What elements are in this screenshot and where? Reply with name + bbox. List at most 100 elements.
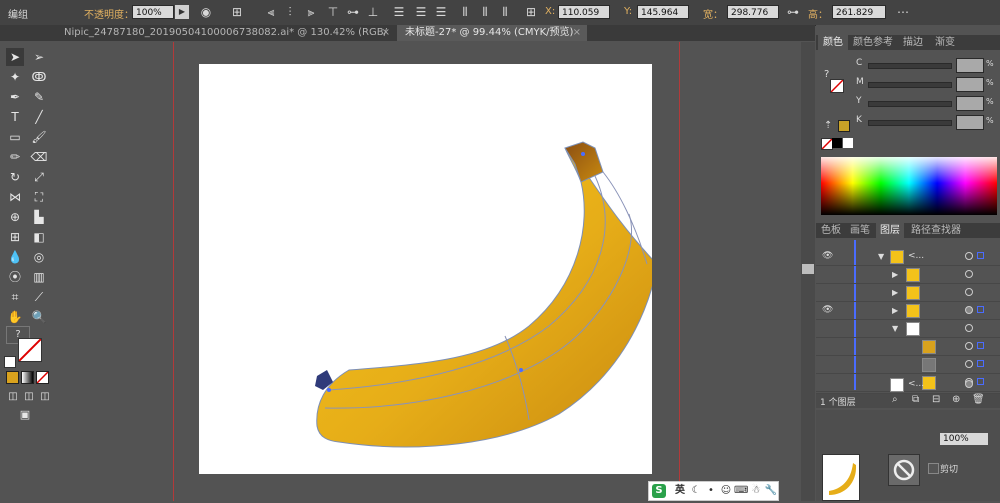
expand-right-icon[interactable]: ▶ — [892, 288, 898, 297]
align-right-icon[interactable]: ⫸ — [304, 5, 318, 19]
new-sublayer-icon[interactable]: ⊟ — [932, 394, 940, 405]
target-icon[interactable] — [965, 380, 973, 388]
recolor-icon[interactable]: ◉ — [199, 5, 213, 19]
distribute-hcenter-icon[interactable]: ⦀ — [478, 5, 492, 19]
pen-tool-icon[interactable]: ✒ — [6, 88, 24, 106]
target-icon[interactable] — [965, 270, 973, 278]
layer-row[interactable]: ▶ — [816, 284, 1000, 302]
screen-mode-icon[interactable]: ▣ — [16, 406, 34, 424]
tab-stroke[interactable]: 描边 — [898, 35, 928, 50]
selection-indicator[interactable] — [977, 306, 984, 313]
hand-tool-icon[interactable]: ✋ — [6, 308, 24, 326]
keyboard-icon[interactable]: ⌨ — [734, 484, 748, 498]
locate-object-icon[interactable]: ⌕ — [892, 394, 898, 405]
paintbrush-tool-icon[interactable]: 🖌 — [30, 128, 48, 146]
stroke-swatch[interactable] — [18, 338, 42, 362]
settings-wrench-icon[interactable]: 🔧 — [764, 484, 778, 498]
layer-row[interactable] — [816, 338, 1000, 356]
width-field[interactable]: 298.776 — [727, 5, 779, 19]
distribute-bottom-icon[interactable]: ☰ — [434, 5, 448, 19]
layer-row[interactable] — [816, 356, 1000, 374]
opacity-dropdown-icon[interactable]: ▶ — [175, 5, 189, 19]
layer-row[interactable]: 👁 ▼ <... — [816, 248, 1000, 266]
sogou-logo-icon[interactable]: S — [652, 484, 666, 498]
clip-checkbox[interactable] — [928, 463, 939, 474]
vertical-scrollbar[interactable] — [801, 42, 815, 501]
target-icon[interactable] — [965, 342, 973, 350]
tab-brushes[interactable]: 画笔 — [846, 223, 874, 238]
tab-gradient[interactable]: 渐变 — [930, 35, 960, 50]
expand-right-icon[interactable]: ▶ — [892, 306, 898, 315]
symbol-sprayer-tool-icon[interactable]: ⦿ — [6, 268, 24, 286]
opacity-mask-button[interactable] — [888, 454, 920, 486]
opacity-field[interactable]: 100% — [132, 5, 174, 19]
out-of-gamut-icon[interactable]: ⇡ — [824, 120, 832, 131]
distribute-left-icon[interactable]: ⦀ — [458, 5, 472, 19]
slice-tool-icon[interactable]: ⟋ — [30, 288, 48, 306]
distribute-right-icon[interactable]: ⦀ — [498, 5, 512, 19]
eraser-tool-icon[interactable]: ⌫ — [30, 148, 48, 166]
distribute-vcenter-icon[interactable]: ☰ — [414, 5, 428, 19]
visibility-eye-icon[interactable]: 👁 — [822, 305, 833, 315]
transform-reference-icon[interactable]: ⊞ — [230, 5, 244, 19]
rotate-tool-icon[interactable]: ↻ — [6, 168, 24, 186]
target-icon[interactable] — [965, 360, 973, 368]
y-field[interactable]: 145.964 — [637, 5, 689, 19]
distribute-top-icon[interactable]: ☰ — [392, 5, 406, 19]
tab-color[interactable]: 颜色 — [818, 35, 848, 50]
column-graph-tool-icon[interactable]: ▥ — [30, 268, 48, 286]
transparency-thumbnail[interactable] — [822, 454, 860, 501]
default-colors-icon[interactable] — [4, 356, 16, 368]
width-tool-icon[interactable]: ⋈ — [6, 188, 24, 206]
link-proportions-icon[interactable]: ⊶ — [786, 5, 800, 19]
transform-grid-icon[interactable]: ⊞ — [524, 5, 538, 19]
selection-tool-icon[interactable]: ➤ — [6, 48, 24, 66]
scroll-thumb[interactable] — [802, 264, 814, 274]
tab-pathfinder[interactable]: 路径查找器 — [906, 223, 966, 238]
expand-down-icon[interactable]: ▼ — [892, 324, 898, 333]
expand-right-icon[interactable]: ▶ — [892, 270, 898, 279]
align-vcenter-icon[interactable]: ⊶ — [346, 5, 360, 19]
layer-row[interactable]: ▶ — [816, 266, 1000, 284]
punctuation-icon[interactable]: • — [704, 484, 718, 498]
magic-wand-tool-icon[interactable]: ✦ — [6, 68, 24, 86]
mesh-tool-icon[interactable]: ⊞ — [6, 228, 24, 246]
layer-row[interactable]: <... — [816, 376, 1000, 394]
gradient-mode-swatch[interactable] — [21, 371, 34, 384]
channel-value-field[interactable] — [956, 58, 984, 73]
gamut-color-swatch[interactable] — [838, 120, 850, 132]
half-width-icon[interactable]: ☾ — [689, 484, 703, 498]
black-swatch[interactable] — [832, 138, 842, 148]
tab-layers[interactable]: 图层 — [876, 223, 904, 238]
type-tool-icon[interactable]: T — [6, 108, 24, 126]
target-icon[interactable] — [965, 288, 973, 296]
align-top-icon[interactable]: ⊤ — [326, 5, 340, 19]
align-bottom-icon[interactable]: ⊥ — [366, 5, 380, 19]
tab-nipic-document[interactable]: Nipic_24787180_20190504100006738082.ai* … — [56, 25, 396, 54]
slider-track[interactable] — [868, 63, 952, 69]
color-spectrum[interactable] — [821, 157, 997, 215]
eyedropper-tool-icon[interactable]: 💧 — [6, 248, 24, 266]
free-transform-tool-icon[interactable]: ⛶ — [30, 188, 48, 206]
visibility-eye-icon[interactable]: 👁 — [822, 251, 833, 261]
clipping-mask-icon[interactable]: ⧉ — [912, 394, 919, 405]
zoom-tool-icon[interactable]: 🔍 — [30, 308, 48, 326]
direct-selection-tool-icon[interactable]: ➢ — [30, 48, 48, 66]
color-mode-swatch[interactable] — [6, 371, 19, 384]
channel-value-field[interactable] — [956, 96, 984, 111]
slider-track[interactable] — [868, 120, 952, 126]
layer-row[interactable]: ▼ — [816, 320, 1000, 338]
emoji-icon[interactable]: ☺ — [719, 484, 733, 498]
white-swatch[interactable] — [843, 138, 853, 148]
ime-language[interactable]: 英 — [673, 484, 687, 498]
perspective-grid-tool-icon[interactable]: ▙ — [30, 208, 48, 226]
more-options-icon[interactable]: ⋯ — [896, 5, 910, 19]
lasso-tool-icon[interactable]: ↂ — [30, 68, 48, 86]
color-stroke-swatch[interactable] — [830, 79, 844, 93]
selection-indicator[interactable] — [977, 342, 984, 349]
draw-inside-icon[interactable]: ◫ — [36, 388, 54, 406]
gradient-tool-icon[interactable]: ◧ — [30, 228, 48, 246]
align-left-icon[interactable]: ⫷ — [264, 5, 278, 19]
scale-tool-icon[interactable]: ⤢ — [30, 168, 48, 186]
slider-track[interactable] — [868, 82, 952, 88]
